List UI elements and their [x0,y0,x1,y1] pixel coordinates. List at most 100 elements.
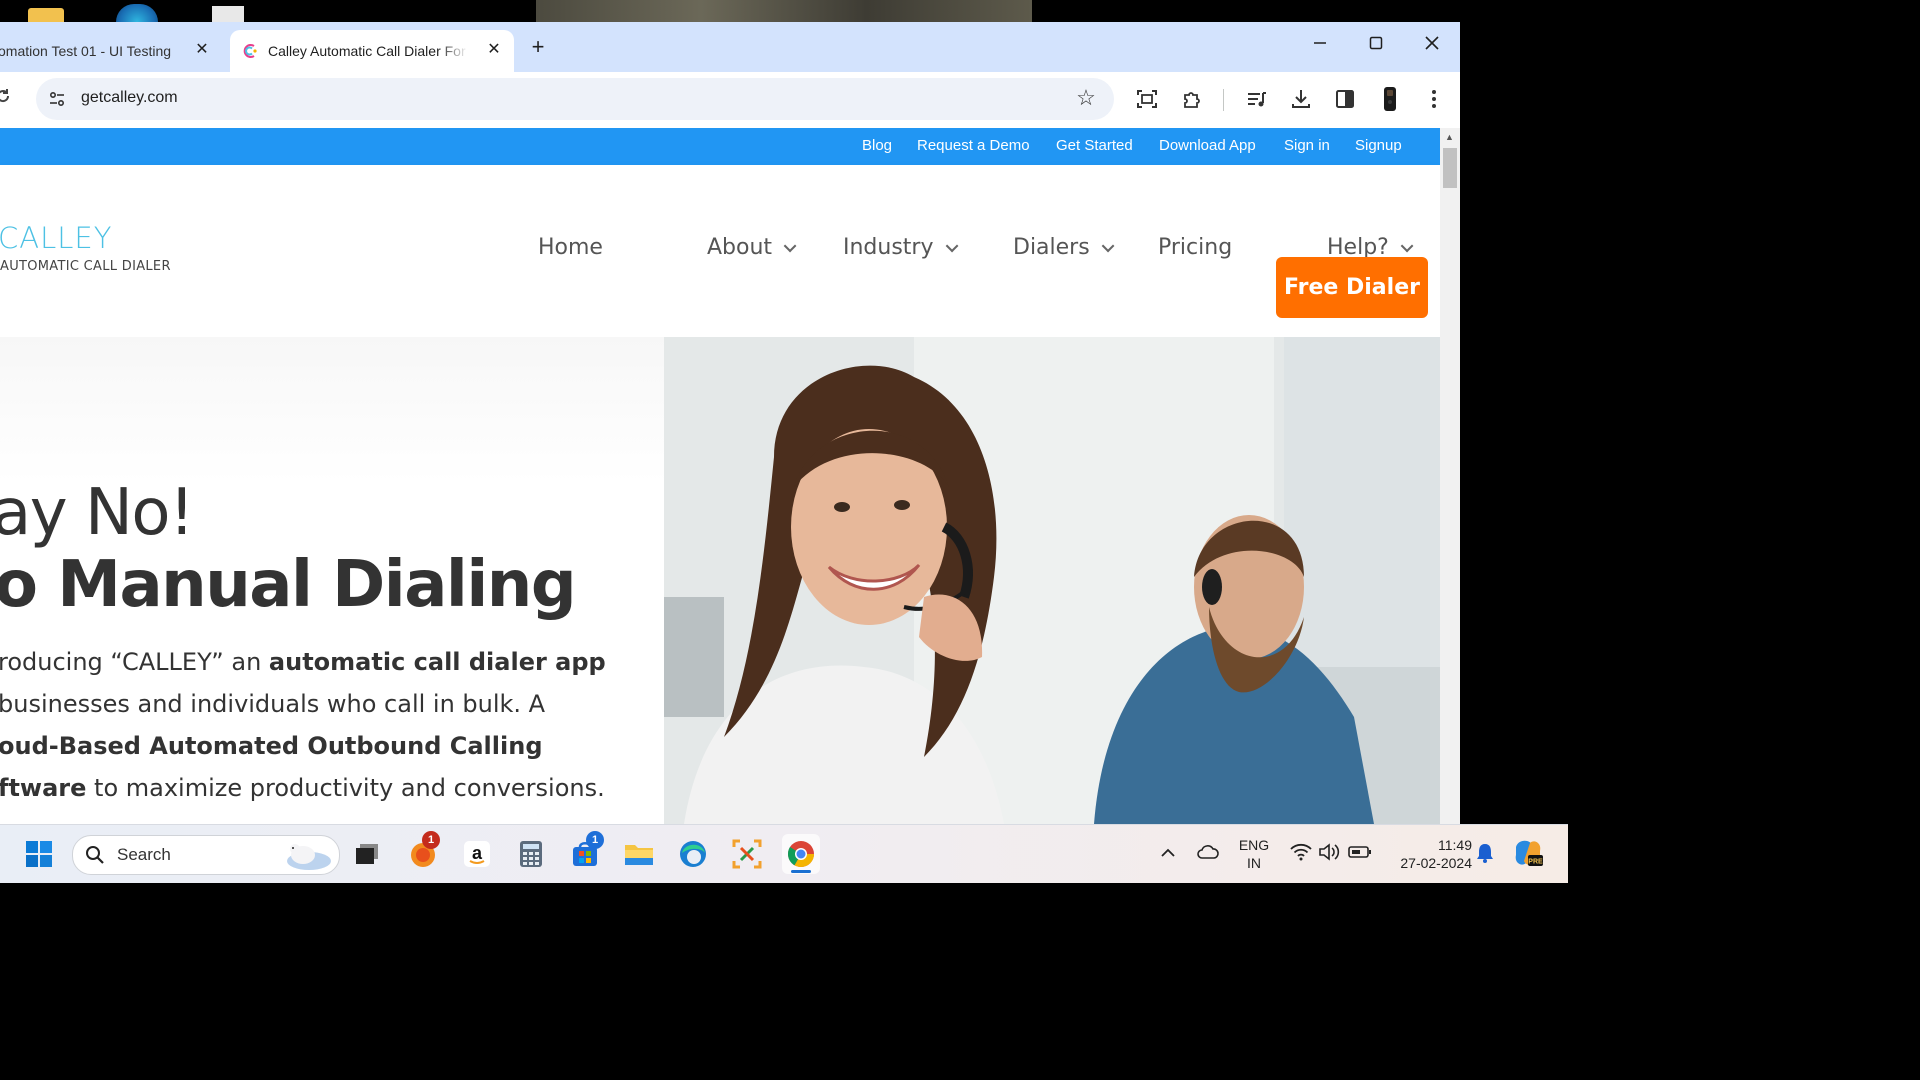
bell-icon [1477,844,1493,863]
downloads-button[interactable] [1289,87,1313,111]
taskbar-app-browser[interactable]: 1 [406,831,440,871]
notification-badge: 1 [422,831,440,849]
close-icon[interactable]: ✕ [194,40,210,60]
toolbar-separator [1223,89,1224,111]
active-app-indicator [791,870,811,873]
download-icon [1292,90,1310,108]
scroll-thumb[interactable] [1443,148,1457,188]
logo-tagline: AUTOMATIC CALL DIALER [0,259,171,274]
profile-button[interactable] [1378,87,1402,111]
link-blog[interactable]: Blog [862,137,892,154]
wifi-button[interactable] [1290,843,1312,863]
media-controls-button[interactable] [1245,87,1269,111]
chevron-down-icon [1400,239,1414,253]
nav-dialers[interactable]: Dialers [1013,235,1115,260]
battery-button[interactable] [1348,844,1372,862]
screenshot-button[interactable] [1135,87,1159,111]
link-download-app[interactable]: Download App [1159,137,1256,154]
address-bar[interactable]: getcalley.com ☆ [36,78,1114,120]
chevron-down-icon [945,239,958,253]
nav-home[interactable]: Home [538,235,603,260]
link-get-started[interactable]: Get Started [1056,137,1133,154]
hero-copy-text: to maximize productivity and conversions… [86,774,605,802]
speaker-icon [1319,843,1340,861]
chevron-down-icon [783,239,797,253]
profile-avatar-icon [1384,87,1396,111]
url-text[interactable]: getcalley.com [81,89,178,107]
nav-pricing[interactable]: Pricing [1158,235,1232,260]
minimize-button[interactable] [1308,36,1332,56]
calculator-icon [520,841,542,867]
hero-copy-line: roducing “CALLEY” an automatic call dial… [0,641,638,683]
tab-ui-testing[interactable]: omation Test 01 - UI Testing ✕ [0,30,228,72]
page-viewport: Blog Request a Demo Get Started Download… [0,128,1440,824]
volume-button[interactable] [1318,843,1340,863]
logo-wordmark[interactable]: CALLEY [0,221,112,255]
svg-text:PRE: PRE [1528,859,1543,866]
close-window-button[interactable] [1420,36,1444,56]
taskbar-app-snipping-tool[interactable] [730,837,764,871]
nav-about[interactable]: About [707,235,797,260]
maximize-icon [1369,36,1383,50]
utility-bar: Blog Request a Demo Get Started Download… [0,128,1440,165]
taskbar-app-amazon[interactable]: a [460,837,494,871]
taskbar-app-file-explorer[interactable] [622,837,656,871]
browser-window: omation Test 01 - UI Testing ✕ Calley Au… [0,22,1460,824]
copilot-button[interactable]: PRE [1512,837,1544,869]
nav-label: Home [538,235,603,260]
playlist-music-icon [1248,92,1266,107]
screenshot-icon [1137,90,1157,108]
task-view-button[interactable] [350,837,384,871]
show-hidden-icons-button[interactable] [1160,845,1176,861]
puzzle-icon [1184,92,1200,108]
task-view-icon [356,844,378,864]
site-settings-icon[interactable] [48,90,66,108]
svg-text:a: a [472,843,483,863]
search-placeholder: Search [117,845,171,864]
chevron-up-icon [1161,848,1175,857]
wifi-icon [1290,843,1312,861]
hero-copy-line: ftware to maximize productivity and conv… [0,767,638,809]
taskbar-search[interactable]: Search [72,835,340,875]
bookmark-star-icon[interactable]: ☆ [1074,86,1098,110]
copilot-pre-icon: PRE [1515,840,1543,866]
hero-photo [664,337,1440,824]
language-code: ENG [1238,837,1270,853]
side-panel-icon [1336,90,1354,108]
link-request-demo[interactable]: Request a Demo [917,137,1030,154]
taskbar-app-chrome[interactable] [782,834,820,874]
free-dialer-button[interactable]: Free Dialer [1276,257,1428,318]
notifications-button[interactable] [1476,843,1496,865]
snipping-tool-icon [732,839,762,869]
start-button[interactable] [22,837,56,871]
side-panel-button[interactable] [1333,87,1357,111]
hero-copy-emphasis: ftware [0,774,87,802]
tab-title: Calley Automatic Call Dialer For [268,43,466,59]
hero-copy-emphasis: automatic call dialer app [268,648,606,676]
close-icon[interactable]: ✕ [486,40,502,60]
windows-logo-icon [26,841,52,867]
link-sign-in[interactable]: Sign in [1284,137,1330,154]
clock[interactable]: 11:49 27-02-2024 [1384,836,1472,872]
scroll-up-arrow-icon[interactable]: ▲ [1445,132,1454,142]
reload-button[interactable] [0,87,14,109]
nav-industry[interactable]: Industry [843,235,958,260]
folder-icon[interactable] [28,8,64,22]
maximize-button[interactable] [1364,36,1388,56]
extensions-button[interactable] [1180,87,1204,111]
link-signup[interactable]: Signup [1355,137,1402,154]
desktop-window-thumbnail [536,0,1032,22]
language-indicator[interactable]: ENG IN [1236,836,1272,872]
new-tab-button[interactable]: + [528,36,548,58]
onedrive-button[interactable] [1196,843,1220,863]
cloud-icon [1197,845,1219,859]
notification-badge: 1 [586,831,604,849]
browser-menu-button[interactable] [1422,87,1446,111]
taskbar-app-store[interactable]: 1 [568,831,604,871]
taskbar-app-edge[interactable] [676,837,710,871]
document-icon[interactable] [212,6,244,22]
taskbar-app-calculator[interactable] [514,837,548,871]
battery-icon [1348,846,1371,858]
page-scrollbar[interactable]: ▲ [1440,128,1460,824]
tab-calley[interactable]: Calley Automatic Call Dialer For ✕ [230,30,514,72]
